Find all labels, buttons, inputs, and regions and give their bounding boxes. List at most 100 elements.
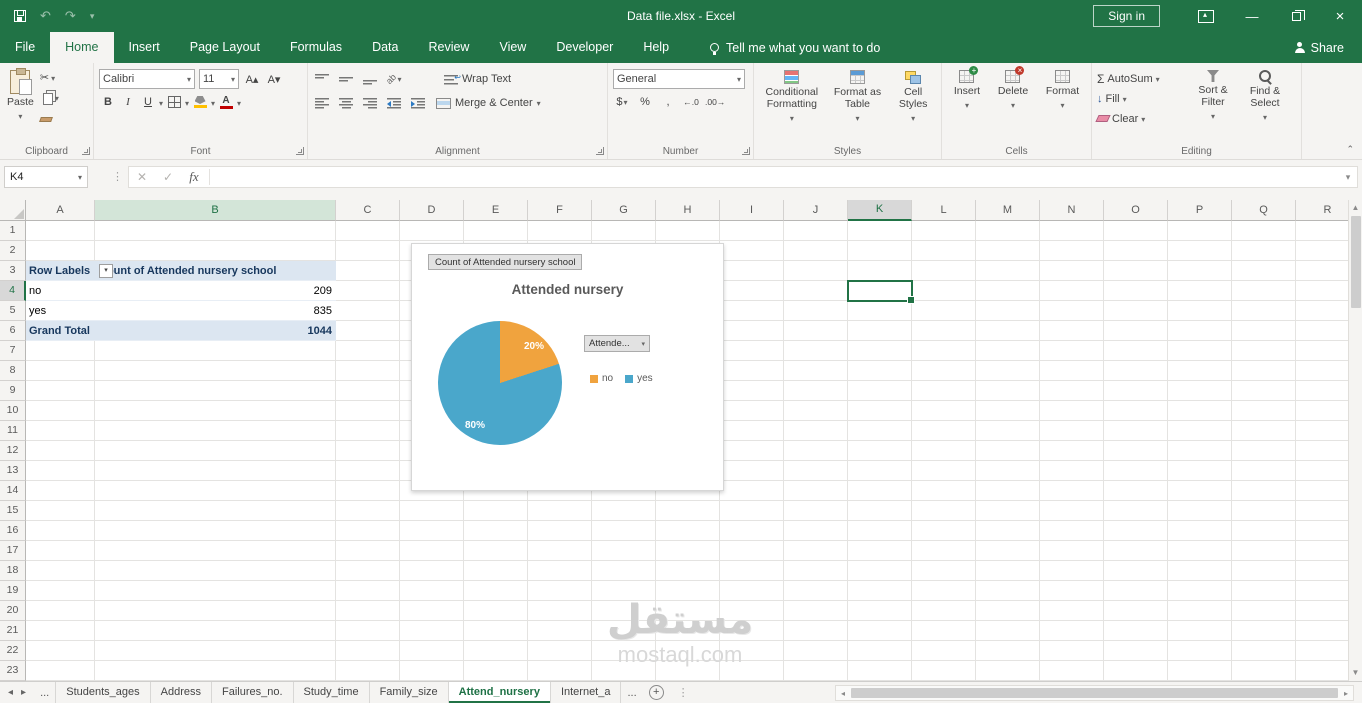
sheet-tab-family-size[interactable]: Family_size [370,682,449,703]
increase-font-button[interactable]: A▴ [243,70,261,88]
italic-button[interactable]: I [119,93,137,111]
sheet-tab-internet-a[interactable]: Internet_a [551,682,622,703]
pivot-grand-total-value[interactable]: 1044 [95,321,336,341]
clipboard-dialog-launcher[interactable] [82,147,90,155]
pivot-value-no[interactable]: 209 [95,281,336,301]
undo-icon[interactable]: ↶ [40,8,51,24]
ribbon-tab-help[interactable]: Help [628,32,684,63]
pivot-table[interactable]: Row Labels ▾ Count of Attended nursery s… [26,261,336,341]
row-header-10[interactable]: 10 [0,401,26,421]
column-header-B[interactable]: B [95,200,336,221]
decrease-decimal-button[interactable]: .00→ [705,93,725,111]
cancel-formula-icon[interactable]: ✕ [129,170,155,184]
row-header-5[interactable]: 5 [0,301,26,321]
enter-formula-icon[interactable]: ✓ [155,170,181,184]
merge-center-button[interactable]: Merge & Center [433,93,544,113]
row-header-19[interactable]: 19 [0,581,26,601]
pivot-grand-total-label[interactable]: Grand Total [26,321,95,341]
sheet-tab-students-ages[interactable]: Students_ages [55,682,151,703]
scroll-down-icon[interactable]: ▼ [1352,665,1360,681]
scroll-right-icon[interactable]: ▸ [1339,689,1353,698]
format-painter-button[interactable] [38,109,61,126]
find-select-button[interactable]: Find & Select [1239,67,1291,143]
horizontal-scroll-thumb[interactable] [851,688,1338,698]
active-cell-selection[interactable] [847,280,915,304]
number-format-combo[interactable]: General [613,69,745,89]
ribbon-tab-file[interactable]: File [0,32,50,63]
legend-item-yes[interactable]: yes [625,373,653,384]
pivot-header-row-labels[interactable]: Row Labels ▾ [26,261,113,281]
underline-caret-icon[interactable] [159,95,163,109]
sheet-nav-right-icon[interactable]: ▸ [21,687,26,698]
collapse-ribbon-button[interactable]: ⌃ [1346,144,1354,155]
row-header-7[interactable]: 7 [0,341,26,361]
sort-filter-button[interactable]: Sort & Filter [1187,67,1239,143]
chart-field-button[interactable]: Count of Attended nursery school [428,254,583,270]
font-color-caret-icon[interactable] [237,95,241,109]
cut-button[interactable]: ✂ [38,69,61,86]
increase-indent-button[interactable] [409,94,427,112]
row-header-3[interactable]: 3 [0,261,26,281]
row-header-2[interactable]: 2 [0,241,26,261]
fill-button[interactable]: ↓ Fill [1095,89,1187,108]
scroll-up-icon[interactable]: ▲ [1352,200,1360,216]
row-header-23[interactable]: 23 [0,661,26,681]
borders-caret-icon[interactable] [185,95,189,109]
chart-axis-filter-button[interactable]: Attende... [584,335,650,352]
wrap-text-button[interactable]: Wrap Text [441,69,514,89]
column-header-J[interactable]: J [784,200,848,221]
column-header-E[interactable]: E [464,200,528,221]
row-header-17[interactable]: 17 [0,541,26,561]
column-header-A[interactable]: A [26,200,95,221]
ribbon-tab-formulas[interactable]: Formulas [275,32,357,63]
column-header-L[interactable]: L [912,200,976,221]
pivot-cell-no[interactable]: no [26,281,95,301]
column-header-M[interactable]: M [976,200,1040,221]
align-top-button[interactable] [313,70,331,88]
align-middle-button[interactable] [337,70,355,88]
sign-in-button[interactable]: Sign in [1093,5,1160,27]
row-header-8[interactable]: 8 [0,361,26,381]
row-header-11[interactable]: 11 [0,421,26,441]
formula-bar-drag-dots[interactable]: ⋮ [112,170,123,183]
insert-function-icon[interactable]: fx [181,169,207,185]
row-header-13[interactable]: 13 [0,461,26,481]
ribbon-tab-view[interactable]: View [484,32,541,63]
conditional-formatting-button[interactable]: Conditional Formatting [759,67,825,143]
share-button[interactable]: Share [1294,32,1362,63]
orientation-button[interactable]: ab [384,70,403,88]
align-right-button[interactable] [361,94,379,112]
alignment-dialog-launcher[interactable] [596,147,604,155]
tell-me-box[interactable]: Tell me what you want to do [710,32,880,63]
row-header-20[interactable]: 20 [0,601,26,621]
font-name-combo[interactable]: Calibri [99,69,195,89]
sheet-more-left-button[interactable]: ... [34,687,55,699]
format-cells-button[interactable]: Format [1042,67,1083,143]
column-header-I[interactable]: I [720,200,784,221]
row-header-1[interactable]: 1 [0,221,26,241]
fill-color-caret-icon[interactable] [211,95,215,109]
column-header-K[interactable]: K [848,200,912,221]
ribbon-tab-data[interactable]: Data [357,32,413,63]
font-size-combo[interactable]: 11 [199,69,239,89]
column-header-G[interactable]: G [592,200,656,221]
save-icon[interactable] [14,10,26,22]
ribbon-display-options-icon[interactable] [1186,0,1230,32]
copy-button[interactable] [38,89,61,106]
sheet-tab-attend-nursery[interactable]: Attend_nursery [448,682,551,703]
close-button[interactable]: × [1318,0,1362,32]
row-header-15[interactable]: 15 [0,501,26,521]
pie-chart[interactable] [438,321,562,445]
row-header-16[interactable]: 16 [0,521,26,541]
insert-cells-button[interactable]: Insert [950,66,984,143]
row-header-9[interactable]: 9 [0,381,26,401]
column-header-R[interactable]: R [1296,200,1348,221]
decrease-indent-button[interactable] [385,94,403,112]
name-box-caret-icon[interactable] [78,171,82,183]
increase-decimal-button[interactable]: ←.0 [682,93,700,111]
row-header-14[interactable]: 14 [0,481,26,501]
minimize-button[interactable]: — [1230,0,1274,32]
column-header-D[interactable]: D [400,200,464,221]
sheet-more-right-button[interactable]: ... [621,687,642,699]
vertical-scroll-thumb[interactable] [1350,216,1361,308]
